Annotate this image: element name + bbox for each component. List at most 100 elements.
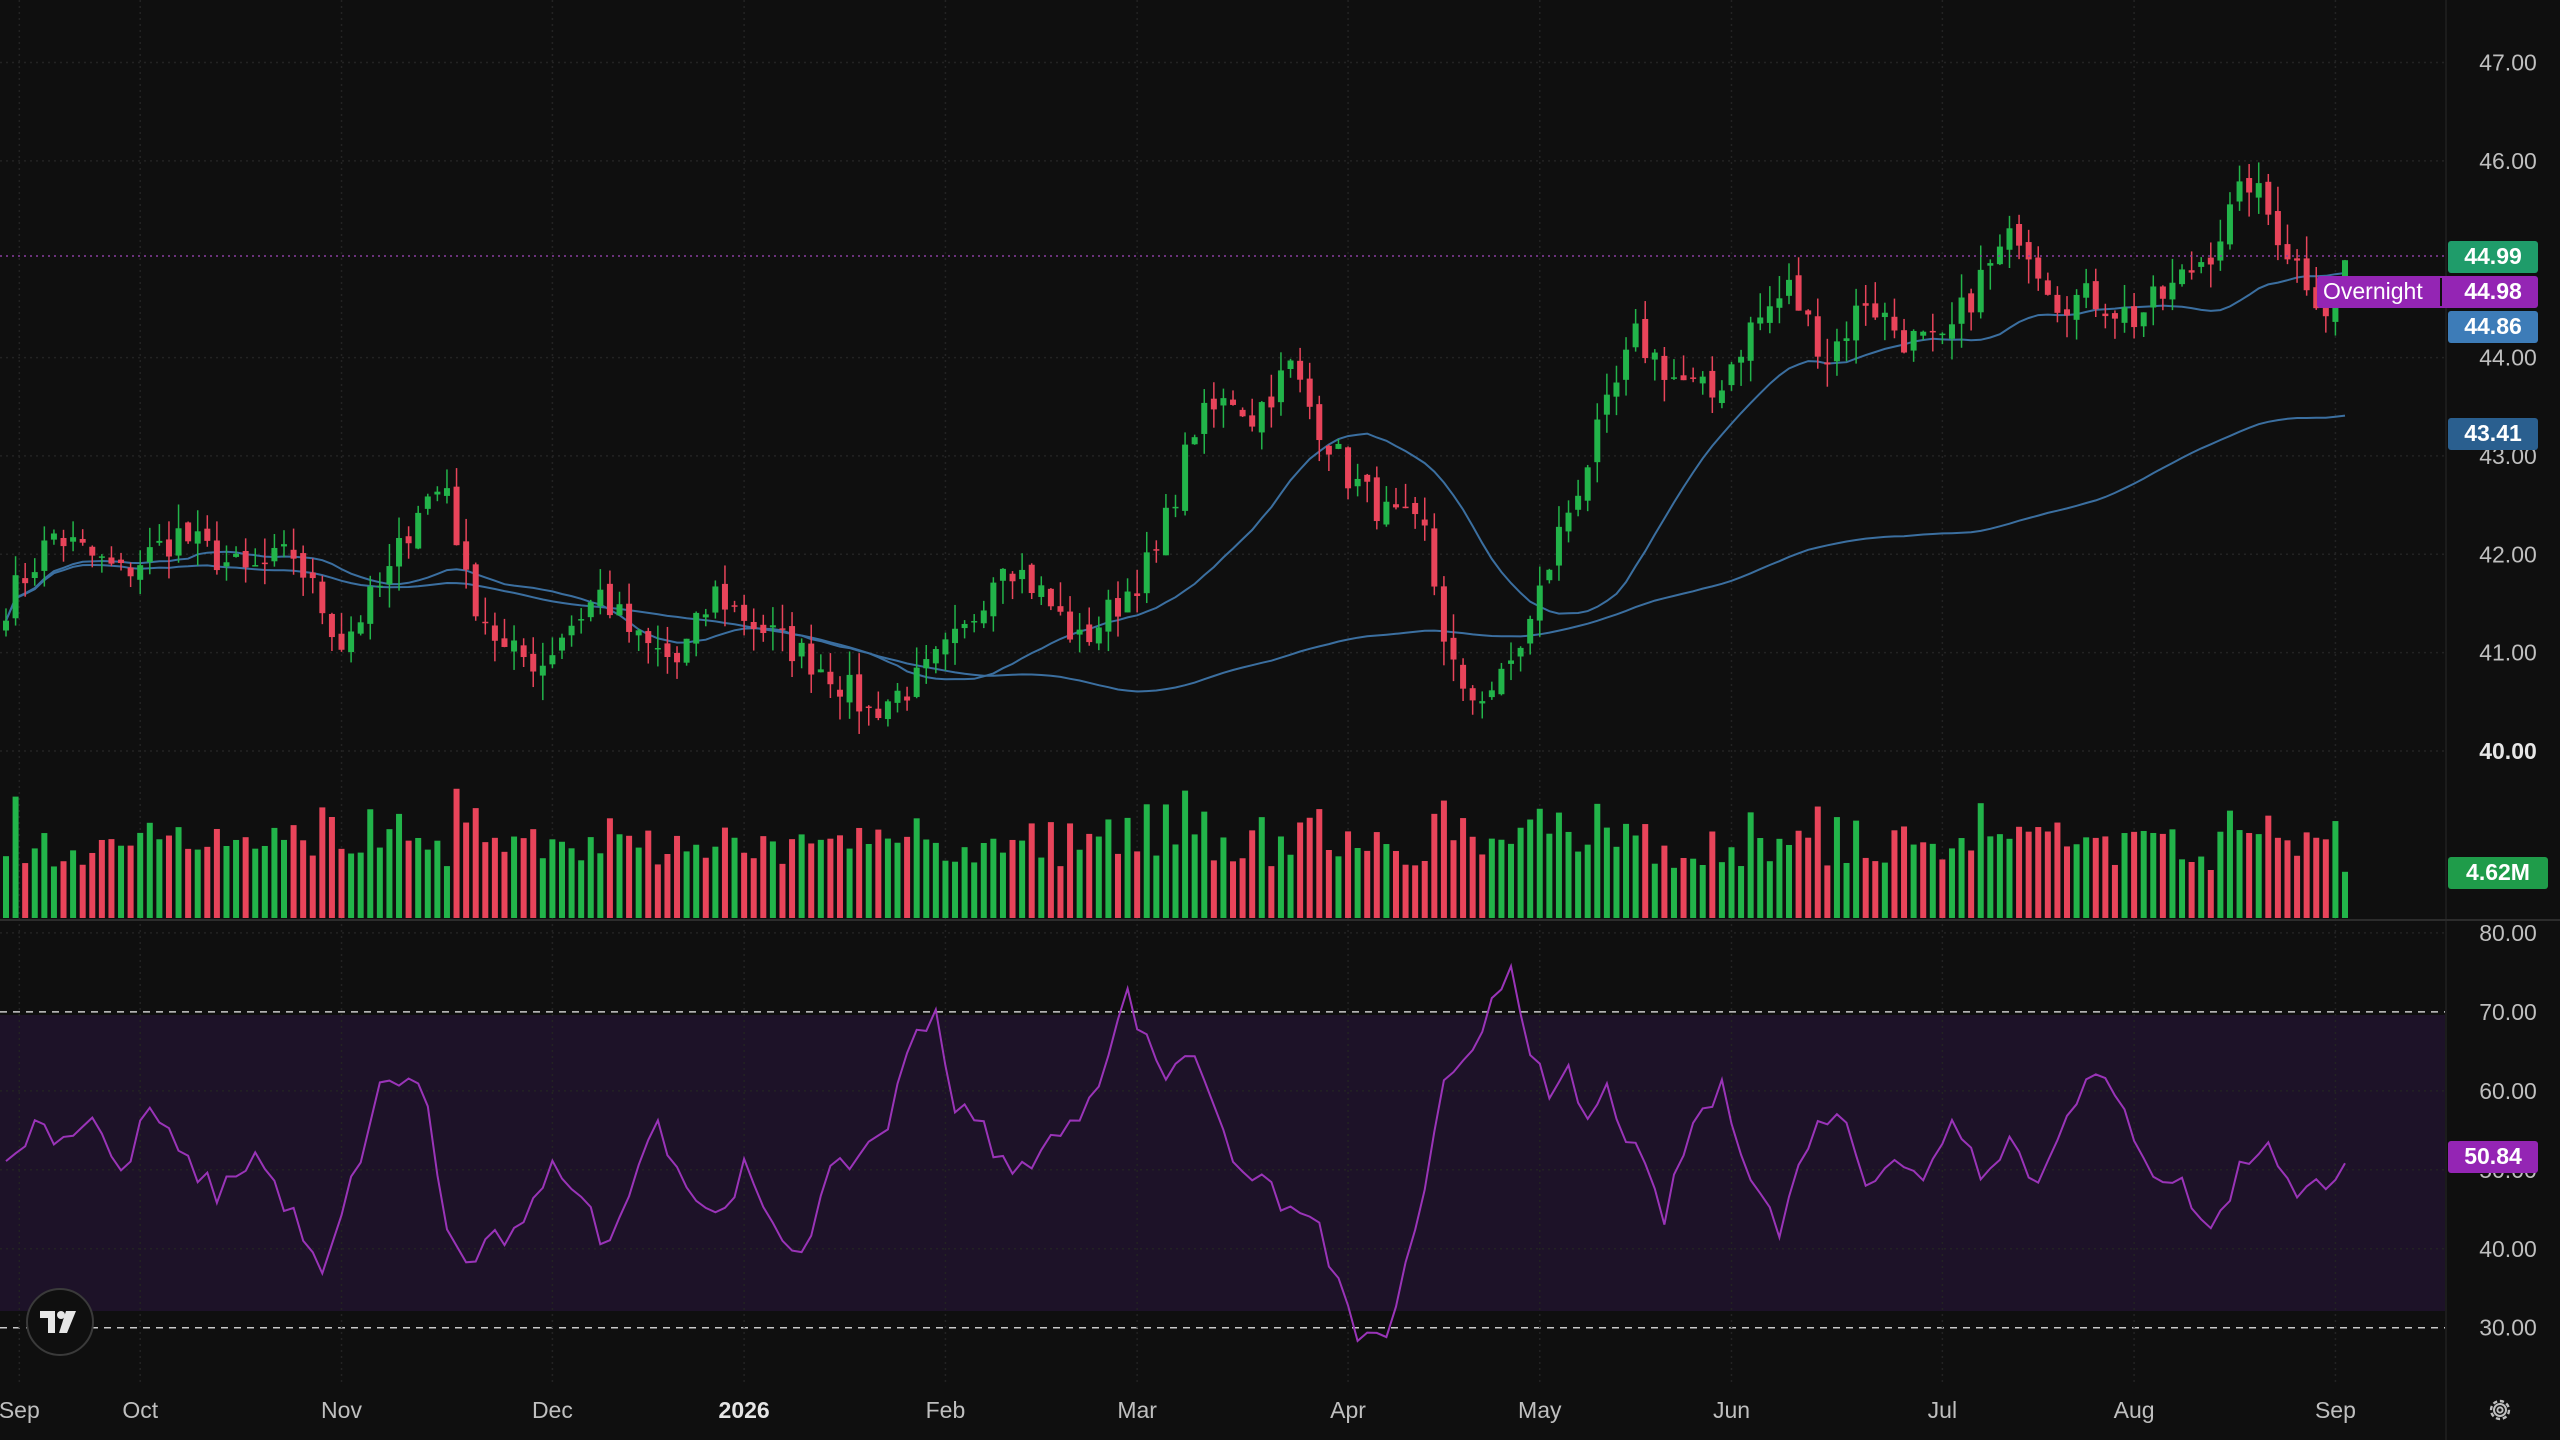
volume-bar — [1910, 844, 1917, 918]
candle-body — [731, 605, 738, 607]
volume-bar — [635, 847, 642, 918]
candle-body — [789, 626, 796, 662]
rsi-value-label: 50.84 — [2464, 1143, 2522, 1169]
candle-body — [808, 643, 815, 675]
rsi-axis-tick: 80.00 — [2479, 920, 2537, 946]
candle — [185, 521, 192, 544]
candle-body — [2150, 286, 2157, 308]
candle-body — [865, 706, 872, 709]
candle-body — [1460, 664, 1467, 689]
candle-body — [712, 586, 719, 613]
volume-bar — [1316, 809, 1323, 918]
volume-bar — [1114, 853, 1121, 918]
candle-body — [2207, 257, 2214, 265]
candle-body — [1297, 360, 1304, 380]
rsi-axis-tick: 30.00 — [2479, 1315, 2537, 1341]
volume-bar — [2006, 838, 2013, 918]
candle-body — [721, 583, 728, 610]
volume-bar — [808, 843, 815, 918]
volume-bar — [50, 866, 57, 918]
volume-bar — [1220, 837, 1227, 918]
chart-canvas[interactable]: 47.0046.0044.0043.0042.0041.0040.0080.00… — [0, 0, 2560, 1440]
volume-bar — [1805, 837, 1812, 918]
candle-body — [1853, 305, 1860, 341]
candle-body — [1095, 627, 1102, 644]
candle-body — [645, 631, 652, 644]
tradingview-logo-glyph — [40, 1311, 76, 1333]
candle-body — [664, 643, 671, 657]
candle-body — [1958, 297, 1965, 324]
rsi-axis-tick: 70.00 — [2479, 999, 2537, 1025]
candle-body — [1220, 398, 1227, 406]
volume-bar — [721, 827, 728, 918]
volume-bar — [41, 833, 48, 918]
volume-bar — [1699, 865, 1706, 918]
volume-bar — [779, 863, 786, 918]
candle-body — [1594, 419, 1601, 463]
candle-body — [1364, 474, 1371, 482]
candle-body — [597, 589, 604, 607]
volume-bar — [769, 841, 776, 918]
volume-bar — [1996, 834, 2003, 918]
volume-bar — [2121, 833, 2128, 918]
candle-body — [290, 549, 297, 559]
volume-bar — [2303, 832, 2310, 918]
volume-bar — [194, 849, 201, 918]
candle-body — [1162, 507, 1169, 556]
candle-body — [2111, 313, 2118, 319]
candle-body — [2217, 241, 2224, 261]
volume-tag: 4.62M — [2448, 857, 2548, 889]
volume-bar — [415, 837, 422, 918]
volume-bar — [923, 839, 930, 918]
rsi-axis-tick: 40.00 — [2479, 1236, 2537, 1262]
tradingview-logo-icon[interactable] — [26, 1288, 94, 1356]
volume-bar — [165, 835, 172, 918]
candle-body — [1373, 477, 1380, 522]
volume-bar — [942, 860, 949, 918]
volume-bar — [1987, 836, 1994, 918]
candle-body — [779, 628, 786, 630]
candle-body — [1335, 443, 1342, 449]
volume-bar — [1901, 826, 1908, 918]
volume-bar — [31, 848, 38, 918]
volume-bar — [2092, 837, 2099, 918]
candle-body — [674, 652, 681, 663]
candle-body — [443, 488, 450, 496]
volume-bar — [1642, 824, 1649, 918]
volume-bar — [683, 851, 690, 918]
volume-bar — [252, 848, 259, 918]
volume-bar — [1718, 862, 1725, 918]
candle-body — [923, 659, 930, 669]
candle-body — [41, 540, 48, 571]
volume-bar — [70, 850, 77, 918]
volume-bar — [1757, 838, 1764, 918]
candle-body — [1028, 564, 1035, 594]
volume-bar — [1191, 834, 1198, 918]
volume-bar — [1651, 863, 1658, 918]
stock-chart[interactable]: 47.00 46.00 44.00 43.00 42.00 41.00 40.00 80.00… — [0, 0, 2560, 1440]
candle-body — [98, 556, 105, 558]
volume-bar — [127, 845, 134, 918]
volume-bar — [1786, 844, 1793, 918]
volume-bar — [597, 853, 604, 918]
volume-bar — [1028, 823, 1035, 918]
volume-bar — [836, 835, 843, 918]
volume-bar — [118, 845, 125, 918]
candle-body — [769, 625, 776, 628]
volume-bar — [1067, 823, 1074, 918]
candle-body — [894, 690, 901, 703]
volume-bar — [539, 858, 546, 918]
volume-bar — [1258, 817, 1265, 918]
volume-bar — [865, 843, 872, 918]
volume-bar — [1134, 851, 1141, 918]
volume-bar — [1287, 854, 1294, 918]
candle-body — [741, 604, 748, 621]
candle-body — [1814, 316, 1821, 357]
candle-body — [1910, 330, 1917, 351]
candle-body — [1038, 585, 1045, 597]
gear-icon[interactable] — [2480, 1390, 2520, 1430]
candle-body — [1047, 588, 1054, 607]
volume-bar — [1105, 819, 1112, 918]
volume-bar — [674, 835, 681, 918]
candle-body — [1431, 528, 1438, 587]
